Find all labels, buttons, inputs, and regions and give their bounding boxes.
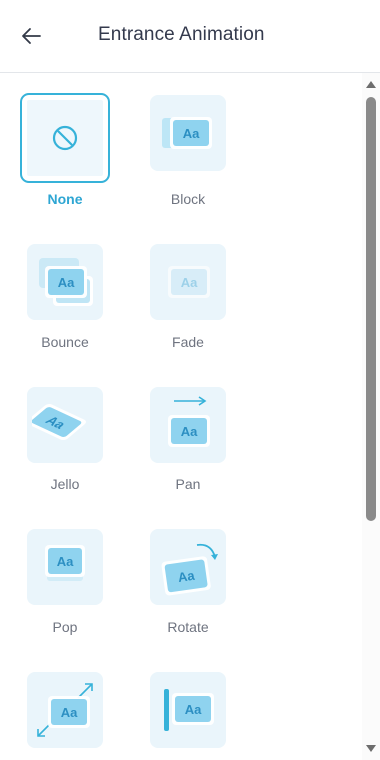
- animation-list[interactable]: None Aa Block Aa Bounce Aa Fade Aa Jello Aa Pan Aa P…: [0, 73, 360, 760]
- animation-tile[interactable]: Aa: [150, 529, 226, 605]
- svg-text:Aa: Aa: [58, 275, 75, 290]
- rotate-icon: Aa: [153, 537, 223, 597]
- back-button[interactable]: [16, 22, 46, 50]
- animation-option[interactable]: Aa Fade: [143, 222, 253, 352]
- svg-text:Aa: Aa: [61, 705, 78, 720]
- animation-tile[interactable]: Aa: [150, 387, 226, 463]
- arrow-left-icon: [22, 28, 41, 44]
- animation-tile[interactable]: Aa: [27, 672, 103, 748]
- animation-tile[interactable]: Aa: [150, 672, 226, 748]
- header: Entrance Animation: [0, 0, 380, 73]
- svg-text:Aa: Aa: [181, 275, 198, 290]
- animation-tile[interactable]: Aa: [150, 244, 226, 320]
- wipe-icon: Aa: [156, 681, 220, 739]
- scroll-down-arrow-icon[interactable]: [365, 744, 377, 754]
- animation-option[interactable]: Aa Block: [143, 73, 253, 207]
- page-title: Entrance Animation: [98, 24, 265, 45]
- scroll-up-arrow-icon[interactable]: [365, 79, 377, 89]
- jello-icon: Aa: [32, 400, 98, 450]
- pop-icon: Aa: [35, 539, 95, 595]
- animation-option[interactable]: Aa Pop: [20, 507, 130, 637]
- animation-label: Pan: [175, 476, 201, 492]
- animation-tile[interactable]: Aa: [27, 387, 103, 463]
- animation-option[interactable]: Aa Jello: [20, 365, 130, 495]
- animation-label: Bounce: [41, 334, 89, 350]
- animation-option[interactable]: Aa: [143, 650, 253, 760]
- none-icon: [48, 121, 82, 155]
- block-icon: Aa: [158, 108, 218, 158]
- bounce-icon: Aa: [33, 254, 97, 310]
- animation-option[interactable]: Aa: [20, 650, 130, 760]
- svg-text:Aa: Aa: [183, 126, 200, 141]
- animation-option[interactable]: Aa Pan: [143, 365, 253, 495]
- animation-option[interactable]: Aa Rotate: [143, 507, 253, 637]
- svg-text:Aa: Aa: [185, 702, 202, 717]
- zoom-icon: Aa: [32, 680, 98, 740]
- svg-text:Aa: Aa: [181, 424, 198, 439]
- animation-option[interactable]: None: [0, 73, 110, 207]
- animation-tile[interactable]: Aa: [27, 244, 103, 320]
- scrollbar-thumb[interactable]: [366, 97, 376, 521]
- animation-label: Block: [170, 191, 206, 207]
- animation-label: Jello: [50, 476, 80, 492]
- animation-label: Pop: [52, 619, 78, 635]
- fade-icon: Aa: [158, 257, 218, 307]
- animation-tile[interactable]: Aa: [150, 95, 226, 171]
- animation-option[interactable]: Aa Bounce: [20, 222, 130, 352]
- animation-label: Rotate: [167, 619, 209, 635]
- animation-tile[interactable]: [20, 93, 110, 183]
- animation-label: Fade: [172, 334, 204, 350]
- animation-tile[interactable]: Aa: [27, 529, 103, 605]
- svg-text:Aa: Aa: [57, 554, 74, 569]
- pan-icon: Aa: [158, 395, 218, 455]
- animation-label: None: [47, 191, 83, 207]
- svg-text:Aa: Aa: [177, 568, 196, 585]
- scrollbar[interactable]: [362, 73, 380, 760]
